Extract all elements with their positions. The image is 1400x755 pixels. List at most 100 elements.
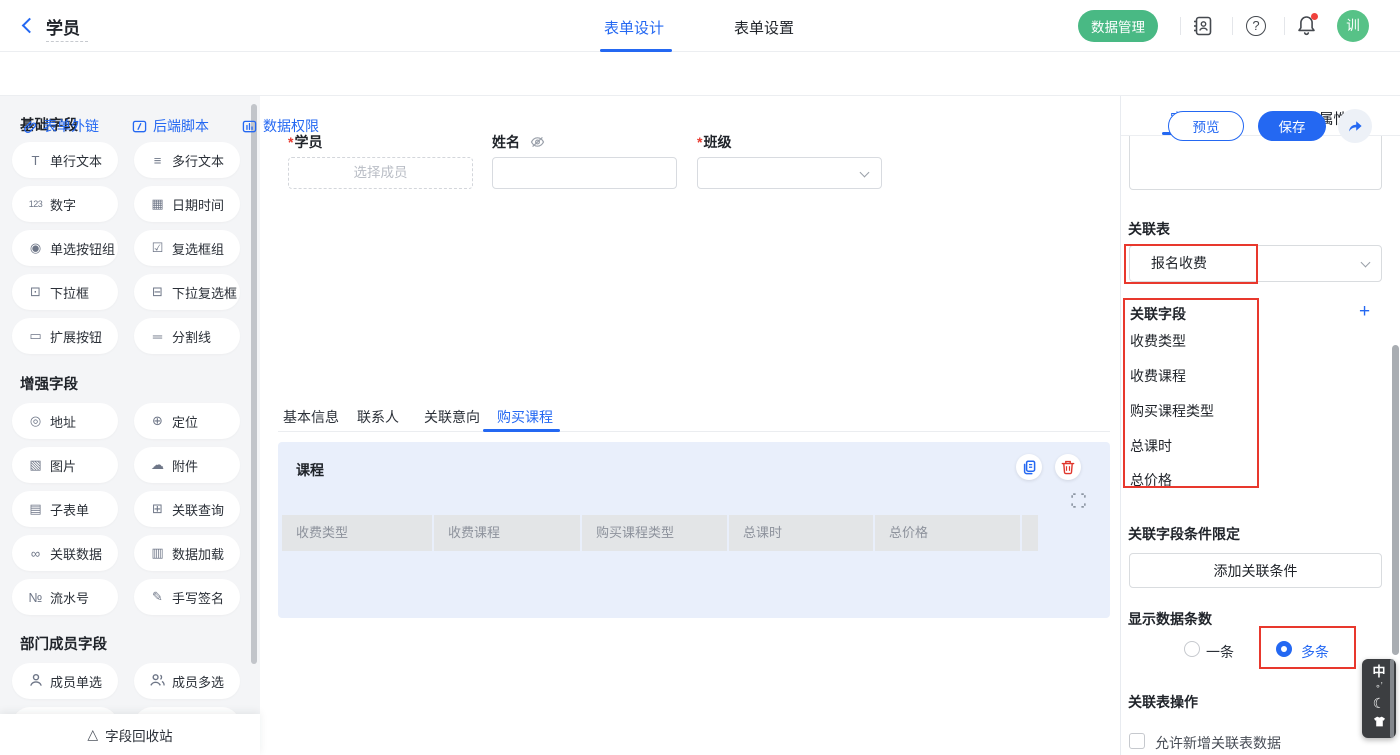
divider	[1180, 17, 1181, 35]
field-item-dropdown[interactable]: ⊡下拉框	[12, 274, 118, 310]
field-item-datetime[interactable]: ▦日期时间	[134, 186, 240, 222]
related-query-icon: ⊞	[149, 501, 166, 517]
field-item-checkbox-group[interactable]: ☑复选框组	[134, 230, 240, 266]
preview-button[interactable]: 预览	[1168, 111, 1244, 141]
field-item-member-multi[interactable]: 成员多选	[134, 663, 240, 699]
ime-punctuation-icon[interactable]: ∘ʼ	[1375, 682, 1383, 691]
field-item-label: 地址	[50, 412, 76, 431]
member-picker-field[interactable]: 选择成员	[288, 157, 473, 189]
field-item-serial-number[interactable]: №流水号	[12, 579, 118, 615]
allow-add-label[interactable]: 允许新增关联表数据	[1155, 733, 1281, 753]
link-label: 表单外链	[43, 116, 99, 136]
subform-col-header: 购买课程类型	[582, 515, 727, 551]
pen-icon: ✎	[149, 589, 166, 605]
condition-label: 关联字段条件限定	[1128, 524, 1240, 544]
form-external-link[interactable]: 表单外链	[22, 112, 99, 140]
ime-moon-icon[interactable]: ☾	[1373, 696, 1386, 710]
field-item-extend-button[interactable]: ▭ 扩展按钮	[12, 318, 118, 354]
top-bar: 学员 表单设计 表单设置 数据管理 ? 训	[0, 0, 1400, 52]
add-condition-button[interactable]: 添加关联条件	[1129, 553, 1382, 588]
canvas-tab-basic-info[interactable]: 基本信息	[283, 407, 339, 427]
expand-fullscreen-icon[interactable]	[1071, 493, 1086, 513]
canvas-tab-intention[interactable]: 关联意向	[424, 407, 480, 427]
radio-single[interactable]	[1184, 641, 1200, 657]
field-item-label: 日期时间	[172, 195, 224, 214]
field-item-image[interactable]: ▧图片	[12, 447, 118, 483]
canvas-tab-contacts[interactable]: 联系人	[357, 407, 399, 427]
related-field-item[interactable]: 收费课程	[1130, 366, 1186, 386]
number-icon: 123	[27, 199, 44, 209]
person-icon	[27, 673, 44, 690]
back-icon[interactable]	[22, 18, 38, 34]
field-item-label: 下拉复选框	[172, 283, 237, 302]
data-permission-link[interactable]: 数据权限	[242, 112, 319, 140]
field-item-label: 数字	[50, 195, 76, 214]
script-icon	[132, 119, 147, 134]
canvas-tab-purchase[interactable]: 购买课程	[497, 407, 553, 427]
tab-form-design[interactable]: 表单设计	[604, 17, 664, 38]
hidden-eye-icon	[530, 135, 545, 151]
data-manage-button[interactable]: 数据管理	[1078, 10, 1158, 42]
avatar[interactable]: 训	[1337, 10, 1369, 42]
radio-multiple-label[interactable]: 多条	[1301, 642, 1329, 662]
button-icon: ▭	[27, 328, 44, 344]
related-field-item[interactable]: 总价格	[1130, 470, 1172, 490]
help-icon[interactable]: ?	[1246, 16, 1266, 36]
ime-skin-shirt-icon[interactable]	[1373, 714, 1386, 732]
field-item-divider[interactable]: ═分割线	[134, 318, 240, 354]
field-item-attachment[interactable]: ☁附件	[134, 447, 240, 483]
section-title-enhanced: 增强字段	[20, 373, 78, 394]
chevron-down-icon	[1361, 258, 1371, 268]
tab-form-settings[interactable]: 表单设置	[734, 17, 794, 38]
divider	[1232, 17, 1233, 35]
share-button[interactable]	[1338, 109, 1372, 143]
field-title-input[interactable]	[1129, 136, 1382, 190]
field-item-signature[interactable]: ✎手写签名	[134, 579, 240, 615]
allow-add-checkbox[interactable]	[1129, 733, 1145, 749]
field-item-multi-dropdown[interactable]: ⊟下拉复选框	[134, 274, 240, 310]
field-item-multi-line-text[interactable]: ≡多行文本	[134, 142, 240, 178]
subform-col-header: 收费类型	[282, 515, 432, 551]
subform-col-header-empty	[1022, 515, 1038, 551]
radio-single-label[interactable]: 一条	[1206, 642, 1234, 662]
copy-icon	[1022, 460, 1036, 475]
field-item-single-line-text[interactable]: T单行文本	[12, 142, 118, 178]
field-item-label: 扩展按钮	[50, 327, 102, 346]
field-recycle-bin[interactable]: △ 字段回收站	[0, 714, 260, 755]
save-button[interactable]: 保存	[1258, 111, 1326, 141]
radio-multiple[interactable]	[1276, 641, 1292, 657]
field-item-member-single[interactable]: 成员单选	[12, 663, 118, 699]
chain-link-icon: ∞	[27, 546, 44, 561]
contacts-book-icon[interactable]	[1192, 15, 1214, 42]
field-item-related-query[interactable]: ⊞关联查询	[134, 491, 240, 527]
field-item-label: 复选框组	[172, 239, 224, 258]
field-item-location[interactable]: ⊕定位	[134, 403, 240, 439]
class-select-field[interactable]	[697, 157, 882, 189]
radio-icon: ◉	[27, 240, 44, 256]
related-table-select[interactable]: 报名收费	[1129, 245, 1382, 282]
window-scrollbar-track[interactable]	[1390, 659, 1394, 738]
field-item-number[interactable]: 123 数字	[12, 186, 118, 222]
related-field-item[interactable]: 购买课程类型	[1130, 401, 1214, 421]
ime-mode-chinese[interactable]: 中	[1372, 665, 1385, 678]
field-item-subform[interactable]: ▤子表单	[12, 491, 118, 527]
field-item-address[interactable]: ◎地址	[12, 403, 118, 439]
backend-script-link[interactable]: 后端脚本	[132, 112, 209, 140]
sidebar-scrollbar[interactable]	[251, 104, 257, 664]
dropdown-icon: ⊡	[27, 284, 44, 300]
field-item-data-load[interactable]: ▥数据加载	[134, 535, 240, 571]
add-field-plus-icon[interactable]: +	[1359, 302, 1370, 321]
related-field-item[interactable]: 总课时	[1130, 436, 1172, 456]
related-field-item[interactable]: 收费类型	[1130, 331, 1186, 351]
field-item-label: 成员多选	[172, 672, 224, 691]
subform-col-header: 收费课程	[434, 515, 580, 551]
share-arrow-icon	[1347, 119, 1363, 133]
field-item-related-data[interactable]: ∞关联数据	[12, 535, 118, 571]
delete-button[interactable]	[1055, 454, 1081, 480]
inspector-scrollbar[interactable]	[1392, 345, 1399, 655]
field-item-radio-group[interactable]: ◉单选按钮组	[12, 230, 118, 266]
related-table-value: 报名收费	[1151, 255, 1207, 271]
copy-button[interactable]	[1016, 454, 1042, 480]
name-input-field[interactable]	[492, 157, 677, 189]
field-label-name: 姓名	[492, 132, 545, 152]
